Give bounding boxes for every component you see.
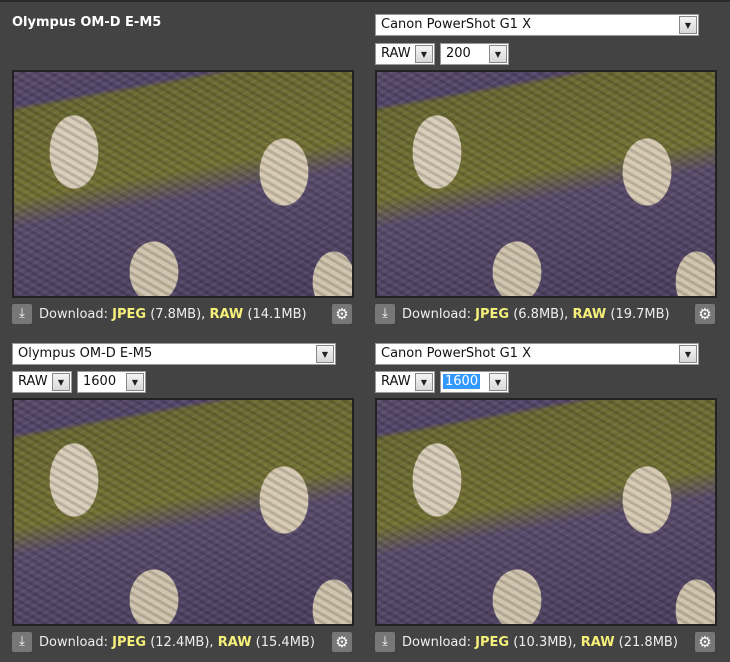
iso-select[interactable]: 1600 ▼ <box>440 371 509 393</box>
iso-value: 1600 <box>443 374 481 389</box>
raw-link[interactable]: RAW <box>572 307 606 322</box>
format-select[interactable]: RAW ▼ <box>375 43 435 65</box>
chevron-down-icon[interactable]: ▼ <box>679 16 697 34</box>
jpeg-size: (10.3MB), <box>513 634 577 650</box>
download-label: Download: <box>402 634 471 650</box>
format-value: RAW <box>381 374 411 389</box>
iso-value: 1600 <box>83 374 117 389</box>
camera-value: Canon PowerShot G1 X <box>381 346 531 361</box>
download-row: ⤓ Download: JPEG (6.8MB), RAW (19.7MB) ⚙ <box>375 303 717 325</box>
format-value: RAW <box>18 374 48 389</box>
download-icon[interactable]: ⤓ <box>12 632 32 652</box>
camera-select[interactable]: Olympus OM-D E-M5 ▼ <box>12 343 336 365</box>
download-row: ⤓ Download: JPEG (10.3MB), RAW (21.8MB) … <box>375 631 717 653</box>
gear-icon[interactable]: ⚙ <box>695 632 715 652</box>
raw-size: (21.8MB) <box>618 634 678 650</box>
format-value: RAW <box>381 46 411 61</box>
format-select[interactable]: RAW ▼ <box>12 371 72 393</box>
download-label: Download: <box>39 634 108 650</box>
download-icon[interactable]: ⤓ <box>375 632 395 652</box>
jpeg-link[interactable]: JPEG <box>475 635 509 650</box>
jpeg-link[interactable]: JPEG <box>475 307 509 322</box>
iso-select[interactable]: 200 ▼ <box>440 43 509 65</box>
chevron-down-icon[interactable]: ▼ <box>489 373 507 391</box>
chevron-down-icon[interactable]: ▼ <box>489 45 507 63</box>
chevron-down-icon[interactable]: ▼ <box>679 345 697 363</box>
chevron-down-icon[interactable]: ▼ <box>126 373 144 391</box>
camera-title: Olympus OM-D E-M5 <box>12 15 162 30</box>
jpeg-size: (7.8MB), <box>150 306 206 322</box>
format-select[interactable]: RAW ▼ <box>375 371 435 393</box>
iso-select[interactable]: 1600 ▼ <box>77 371 146 393</box>
camera-value: Canon PowerShot G1 X <box>381 17 531 32</box>
camera-select[interactable]: Canon PowerShot G1 X ▼ <box>375 343 699 365</box>
chevron-down-icon[interactable]: ▼ <box>415 45 433 63</box>
jpeg-link[interactable]: JPEG <box>112 307 146 322</box>
raw-size: (15.4MB) <box>255 634 315 650</box>
gear-icon[interactable]: ⚙ <box>695 304 715 324</box>
raw-link[interactable]: RAW <box>218 635 252 650</box>
raw-link[interactable]: RAW <box>581 635 615 650</box>
chevron-down-icon[interactable]: ▼ <box>415 373 433 391</box>
sample-image[interactable] <box>375 398 717 626</box>
raw-link[interactable]: RAW <box>209 307 243 322</box>
download-label: Download: <box>39 306 108 322</box>
download-icon[interactable]: ⤓ <box>375 304 395 324</box>
chevron-down-icon[interactable]: ▼ <box>52 373 70 391</box>
raw-size: (14.1MB) <box>247 306 307 322</box>
download-row: ⤓ Download: JPEG (7.8MB), RAW (14.1MB) ⚙ <box>12 303 354 325</box>
jpeg-size: (6.8MB), <box>513 306 569 322</box>
camera-value: Olympus OM-D E-M5 <box>18 346 153 361</box>
sample-image[interactable] <box>12 398 354 626</box>
sample-image[interactable] <box>375 70 717 298</box>
gear-icon[interactable]: ⚙ <box>332 632 352 652</box>
download-row: ⤓ Download: JPEG (12.4MB), RAW (15.4MB) … <box>12 631 354 653</box>
gear-icon[interactable]: ⚙ <box>332 304 352 324</box>
jpeg-link[interactable]: JPEG <box>112 635 146 650</box>
raw-size: (19.7MB) <box>610 306 670 322</box>
download-label: Download: <box>402 306 471 322</box>
chevron-down-icon[interactable]: ▼ <box>316 345 334 363</box>
iso-value: 200 <box>446 46 471 61</box>
sample-image[interactable] <box>12 70 354 298</box>
camera-select[interactable]: Canon PowerShot G1 X ▼ <box>375 14 699 36</box>
download-icon[interactable]: ⤓ <box>12 304 32 324</box>
jpeg-size: (12.4MB), <box>150 634 214 650</box>
